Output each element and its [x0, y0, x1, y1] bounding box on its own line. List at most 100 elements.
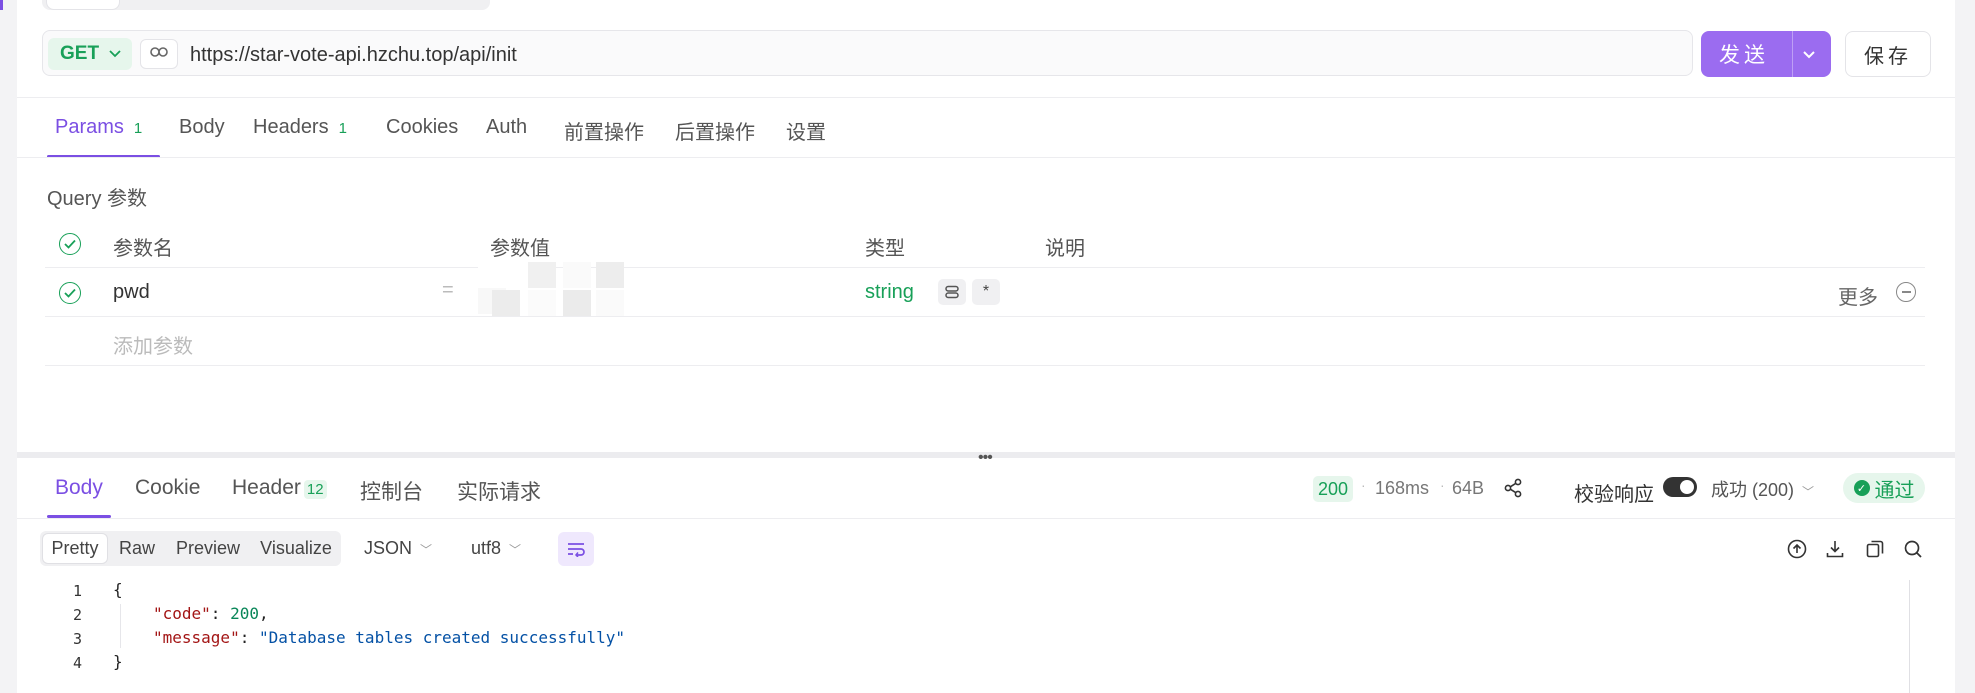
wrap-lines-icon	[568, 543, 585, 557]
send-divider	[1792, 31, 1793, 77]
response-tab-cookie[interactable]: Cookie	[135, 476, 200, 500]
code-scrollbar[interactable]	[1909, 580, 1910, 693]
method-label: GET	[60, 43, 100, 64]
method-select[interactable]: GET	[48, 38, 132, 70]
view-mode-pretty[interactable]: Pretty	[43, 534, 107, 563]
link-button[interactable]	[140, 39, 178, 69]
check-icon	[64, 239, 76, 249]
remove-row-icon[interactable]	[1896, 282, 1916, 302]
save-label: 保存	[1864, 45, 1912, 68]
send-label: 发送	[1719, 44, 1769, 67]
tab-label: 实际请求	[457, 481, 541, 504]
line-number: 1	[72, 582, 82, 600]
copy-icon[interactable]	[1864, 538, 1886, 560]
tab-label: Body	[55, 476, 103, 499]
json-string: "Database tables created successfully"	[258, 628, 626, 647]
save-button[interactable]: 保存	[1845, 31, 1931, 77]
tab-badge: 1	[133, 120, 143, 137]
status-select-value: 成功 (200)	[1711, 480, 1795, 500]
chevron-down-icon: ﹀	[509, 543, 522, 557]
equals-sign: =	[442, 279, 454, 301]
link-icon	[945, 285, 959, 299]
more-link[interactable]: 更多	[1838, 281, 1878, 310]
search-icon[interactable]	[1902, 538, 1924, 560]
encoding-select[interactable]: utf8 ﹀	[471, 538, 521, 559]
tab-label: 前置操作	[564, 122, 644, 144]
request-panel	[17, 0, 1955, 693]
mosaic-cell	[596, 262, 624, 288]
add-param-input[interactable]: 添加参数	[113, 330, 193, 359]
param-type[interactable]: string	[865, 281, 914, 304]
code-line: "code": 200,	[153, 604, 269, 623]
tab-auth[interactable]: Auth	[486, 116, 527, 139]
send-button[interactable]: 发送	[1701, 31, 1831, 77]
url-input[interactable]	[188, 38, 1672, 72]
json-key: "message"	[153, 628, 240, 647]
mosaic-cell	[478, 262, 506, 288]
tab-headers[interactable]: Headers 1	[253, 116, 347, 139]
download-icon[interactable]	[1824, 538, 1846, 560]
tab-label: Auth	[486, 116, 528, 138]
view-mode-raw[interactable]: Raw	[112, 531, 162, 566]
code-line: "message": "Database tables created succ…	[153, 628, 626, 647]
code-line: }	[113, 652, 123, 671]
drag-handle-icon[interactable]: •••	[978, 449, 993, 467]
response-tab-actual-request[interactable]: 实际请求	[457, 476, 541, 506]
validation-result-badge: ✓ 通过	[1843, 473, 1925, 503]
row-divider	[45, 267, 1925, 268]
divider	[17, 97, 1955, 98]
chevron-down-icon	[109, 47, 121, 61]
tab-cookies[interactable]: Cookies	[386, 116, 458, 139]
row-divider	[45, 365, 1925, 366]
top-tab[interactable]	[46, 0, 120, 10]
view-mode-visualize[interactable]: Visualize	[252, 531, 340, 566]
tab-body[interactable]: Body	[179, 116, 225, 139]
param-value-redacted[interactable]	[478, 262, 624, 322]
column-header-value: 参数值	[490, 238, 550, 260]
word-wrap-button[interactable]	[558, 532, 594, 566]
select-all-checkbox[interactable]	[59, 233, 81, 255]
check-circle-icon: ✓	[1853, 480, 1870, 496]
link-icon	[150, 45, 168, 63]
param-name[interactable]: pwd	[113, 281, 150, 304]
tab-pre-request[interactable]: 前置操作	[564, 116, 644, 145]
upload-icon[interactable]	[1786, 538, 1808, 560]
validate-response-label: 校验响应	[1574, 484, 1654, 506]
mosaic-cell	[563, 290, 591, 316]
tab-params[interactable]: Params 1	[55, 116, 142, 139]
tab-badge: 1	[338, 120, 347, 137]
code-line: {	[113, 580, 123, 599]
send-options-chevron-icon[interactable]	[1801, 45, 1817, 69]
response-tab-header[interactable]: Header 12	[232, 476, 327, 500]
mosaic-cell	[528, 262, 556, 288]
required-marker: *	[982, 283, 990, 300]
tab-post-request[interactable]: 后置操作	[675, 116, 755, 145]
window-accent-strip	[0, 0, 3, 10]
required-toggle[interactable]: *	[972, 279, 1000, 305]
tab-badge: 12	[303, 480, 327, 499]
tab-label: 设置	[786, 122, 826, 144]
separator-dot: ·	[1361, 477, 1366, 493]
tab-settings[interactable]: 设置	[786, 116, 826, 145]
indent-guide	[120, 604, 121, 648]
response-time: 168ms	[1375, 478, 1430, 498]
mosaic-cell	[528, 290, 556, 316]
param-link-toggle[interactable]	[938, 279, 966, 305]
response-size: 64B	[1452, 478, 1485, 498]
response-status-select[interactable]: 成功 (200) ﹀	[1711, 476, 1814, 502]
tab-label: Headers	[253, 116, 329, 138]
view-mode-preview[interactable]: Preview	[168, 531, 248, 566]
response-tab-body[interactable]: Body	[55, 476, 103, 500]
format-select[interactable]: JSON ﹀	[364, 538, 432, 559]
line-number: 2	[72, 606, 82, 624]
mosaic-cell	[563, 262, 591, 288]
param-row-checkbox[interactable]	[59, 282, 81, 304]
share-icon[interactable]	[1502, 477, 1524, 504]
column-header-description: 说明	[1045, 238, 1085, 260]
response-tab-console[interactable]: 控制台	[360, 476, 423, 506]
validate-response-toggle[interactable]	[1663, 477, 1697, 497]
tab-label: Cookie	[135, 476, 201, 499]
brace: {	[113, 580, 123, 599]
tab-label: 控制台	[360, 481, 423, 504]
check-icon	[64, 288, 76, 298]
